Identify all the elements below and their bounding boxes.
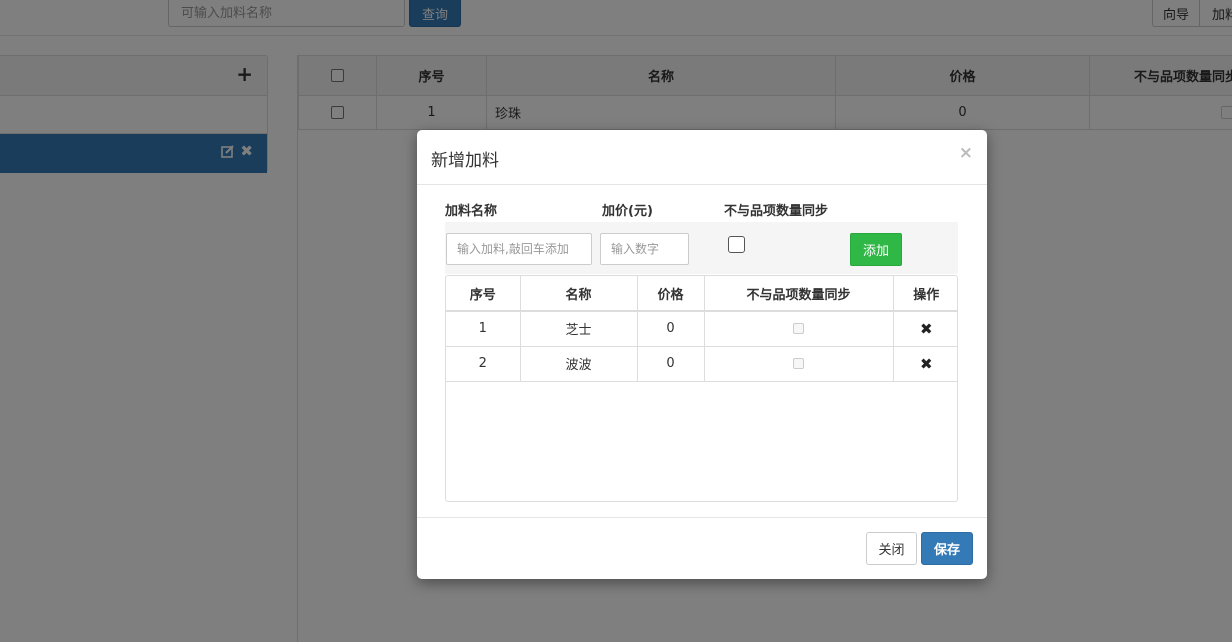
- add-button[interactable]: 添加: [850, 233, 902, 266]
- modal-title: 新增加料: [431, 151, 499, 171]
- list-item-index: 2: [446, 346, 521, 382]
- sync-label: 不与品项数量同步: [724, 204, 829, 219]
- list-item-action-cell[interactable]: ✖: [893, 311, 957, 347]
- list-header-name: 名称: [520, 276, 638, 312]
- add-addon-modal: 新增加料 × 加料名称 加价(元) 不与品项数量同步 添加 序号 名称 价格 不…: [417, 130, 987, 579]
- list-item: 1 芝士 0 ✖: [446, 311, 957, 347]
- addon-list-table: 序号 名称 价格 不与品项数量同步 操作 1 芝士 0 ✖ 2 波波 0 ✖: [446, 276, 957, 382]
- save-button[interactable]: 保存: [921, 532, 973, 565]
- close-icon[interactable]: ×: [959, 143, 973, 163]
- list-header-row: 序号 名称 价格 不与品项数量同步 操作: [446, 276, 957, 312]
- close-button[interactable]: 关闭: [866, 532, 917, 565]
- modal-footer: 关闭 保存: [417, 517, 987, 579]
- price-label: 加价(元): [602, 204, 653, 219]
- modal-header: 新增加料 ×: [417, 130, 987, 185]
- list-item-sync-cell[interactable]: [704, 346, 894, 382]
- list-item: 2 波波 0 ✖: [446, 346, 957, 382]
- list-header-price: 价格: [637, 276, 705, 312]
- list-item-sync-checkbox[interactable]: [793, 358, 804, 369]
- form-labels: 加料名称 加价(元) 不与品项数量同步: [445, 200, 965, 220]
- addon-name-input[interactable]: [446, 233, 592, 265]
- list-item-sync-cell[interactable]: [704, 311, 894, 347]
- remove-icon[interactable]: ✖: [920, 320, 933, 338]
- addon-price-input[interactable]: [600, 233, 689, 265]
- name-label: 加料名称: [445, 204, 498, 219]
- list-header-action: 操作: [893, 276, 957, 312]
- list-item-price: 0: [637, 311, 705, 347]
- list-item-sync-checkbox[interactable]: [793, 323, 804, 335]
- list-item-price: 0: [637, 346, 705, 382]
- remove-icon[interactable]: ✖: [920, 355, 933, 373]
- add-form-row: 添加: [445, 222, 958, 274]
- addon-list-box: 序号 名称 价格 不与品项数量同步 操作 1 芝士 0 ✖ 2 波波 0 ✖: [445, 275, 958, 502]
- list-header-index: 序号: [446, 276, 521, 312]
- list-item-index: 1: [446, 311, 521, 347]
- list-header-sync: 不与品项数量同步: [704, 276, 894, 312]
- list-item-name: 波波: [520, 346, 638, 382]
- list-item-name: 芝士: [520, 311, 638, 347]
- list-item-action-cell[interactable]: ✖: [893, 346, 957, 382]
- sync-checkbox[interactable]: [728, 236, 745, 253]
